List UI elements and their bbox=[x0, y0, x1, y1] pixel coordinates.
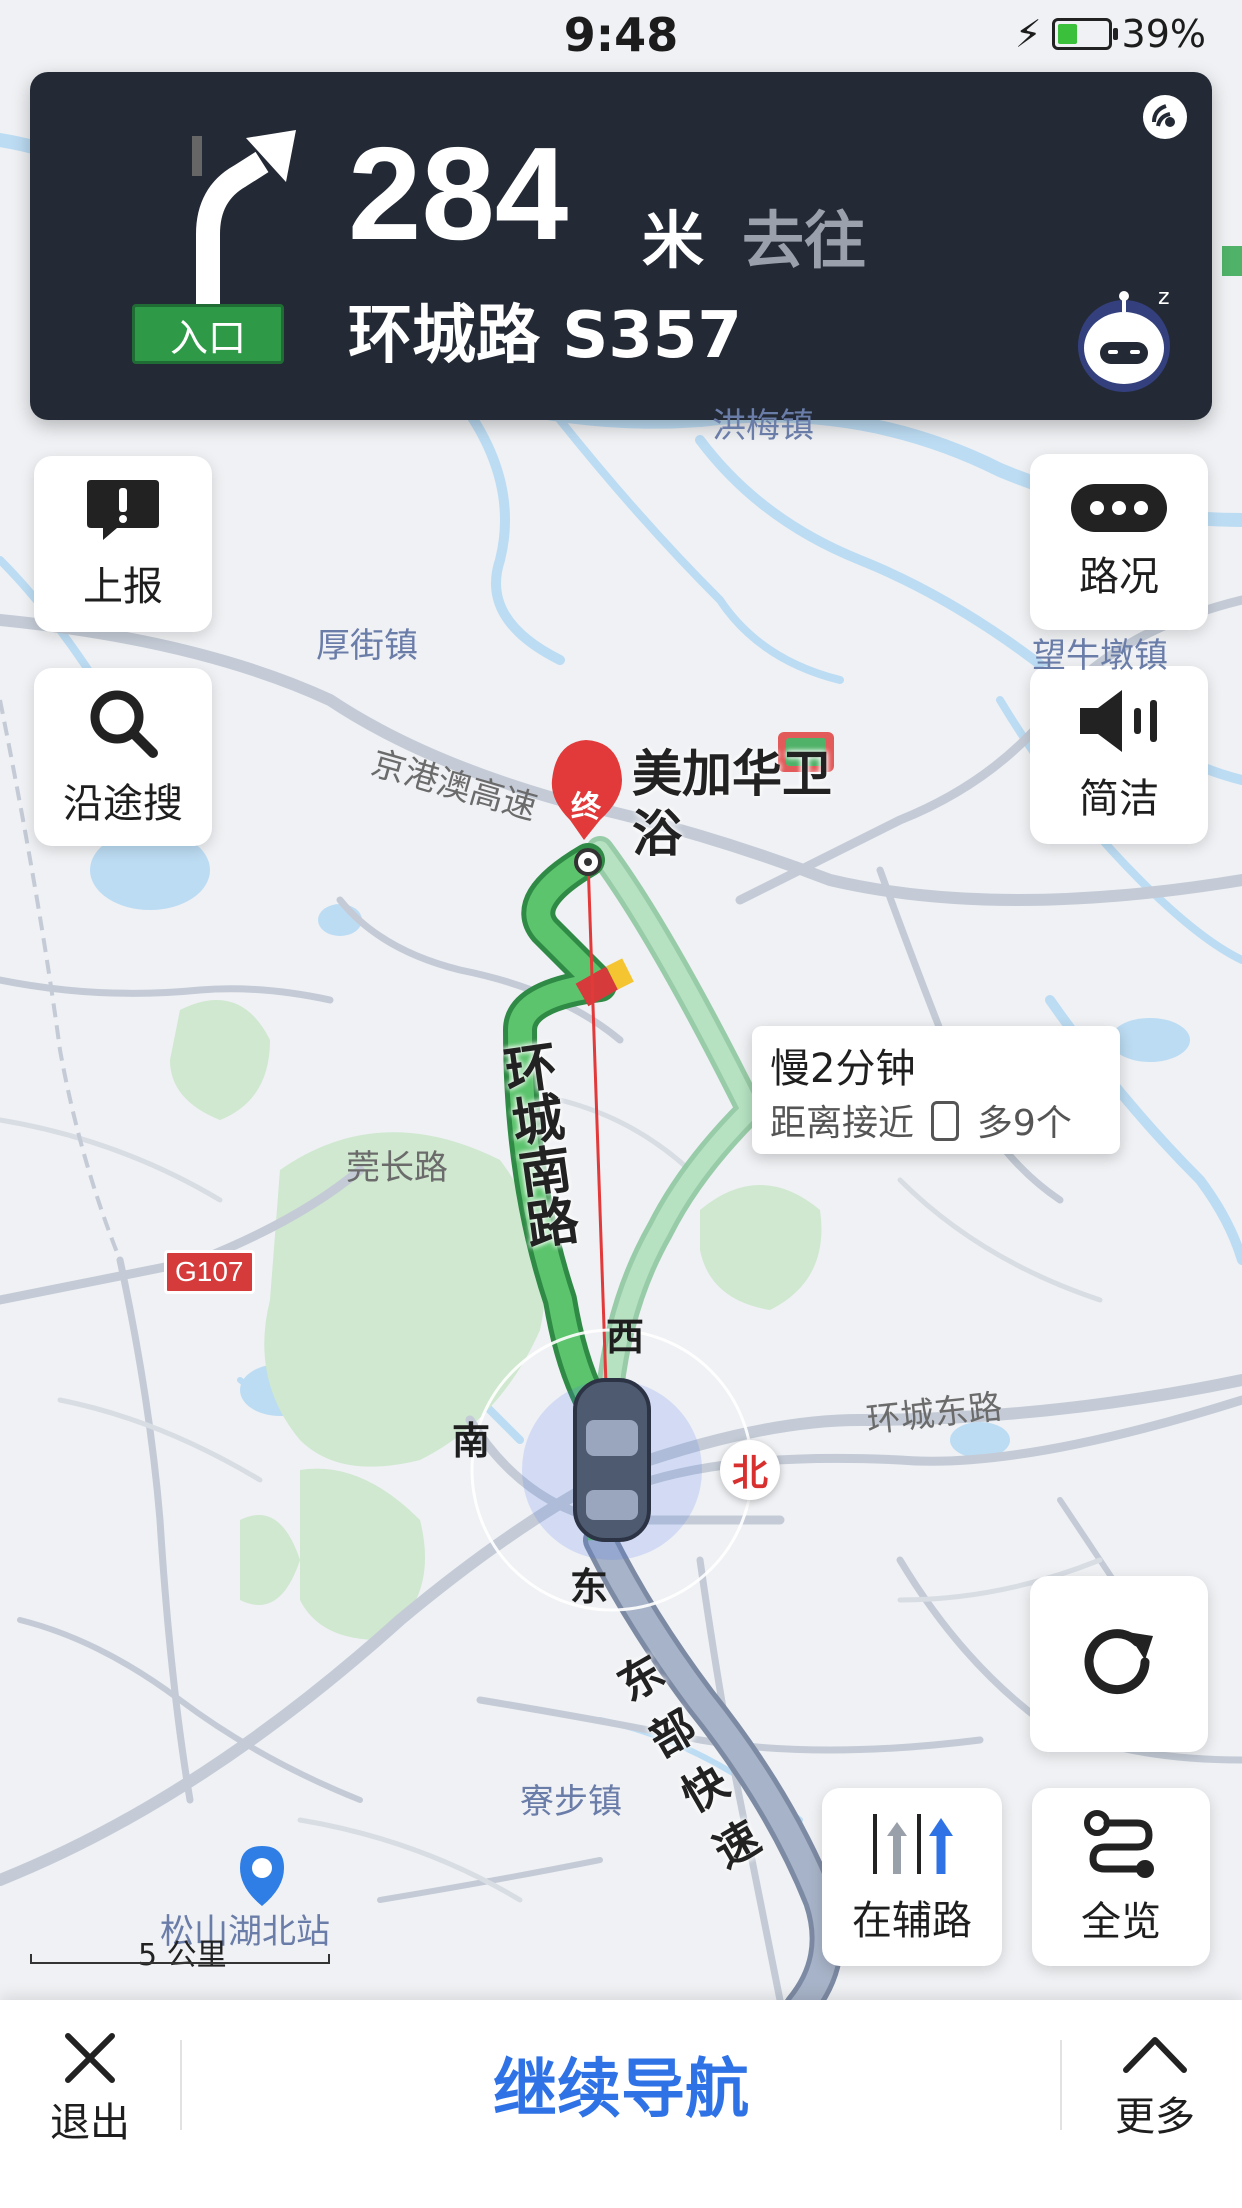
divider bbox=[1060, 2040, 1062, 2130]
svg-text:z: z bbox=[1158, 285, 1170, 310]
concise-label: 简洁 bbox=[1079, 776, 1159, 822]
more-label: 更多 bbox=[1115, 2094, 1195, 2140]
highway-tag: G107 bbox=[164, 1250, 255, 1294]
search-along-button[interactable]: 沿途搜 bbox=[34, 668, 212, 846]
side-road-button[interactable]: 在辅路 bbox=[822, 1788, 1002, 1966]
status-bar: 9:48 ⚡ 39% bbox=[0, 0, 1242, 72]
compass-west: 西 bbox=[606, 1315, 645, 1359]
overview-button[interactable]: 全览 bbox=[1032, 1788, 1210, 1966]
report-button[interactable]: 上报 bbox=[34, 456, 212, 632]
exit-label: 退出 bbox=[50, 2100, 130, 2146]
search-icon bbox=[90, 690, 158, 758]
route-overview-icon bbox=[1084, 1810, 1154, 1878]
refresh-button[interactable] bbox=[1030, 1576, 1208, 1752]
road-label: 莞长路 bbox=[346, 1148, 448, 1188]
entry-badge: 入口 bbox=[132, 304, 284, 364]
battery-icon bbox=[1051, 18, 1118, 50]
compass-south: 南 bbox=[452, 1419, 491, 1463]
scale-bar bbox=[30, 1954, 330, 1964]
goto-text: 去往 bbox=[742, 204, 867, 277]
distance-value: 284 bbox=[348, 120, 569, 267]
place-label: 厚街镇 bbox=[316, 626, 418, 666]
bottom-bar: 退出 继续导航 更多 bbox=[0, 2000, 1242, 2208]
more-dots-icon bbox=[1071, 484, 1167, 532]
search-along-label: 沿途搜 bbox=[63, 781, 183, 827]
side-road-label: 在辅路 bbox=[852, 1898, 972, 1944]
traffic-button[interactable]: 路况 bbox=[1030, 454, 1208, 630]
battery-area: ⚡ 39% bbox=[1015, 12, 1206, 56]
bear-right-arrow-icon bbox=[192, 130, 296, 314]
battery-percent: 39% bbox=[1121, 12, 1206, 56]
report-alert-icon bbox=[87, 480, 159, 540]
chevron-up-icon bbox=[1123, 2037, 1187, 2073]
report-label: 上报 bbox=[83, 564, 163, 610]
traffic-light-icon bbox=[931, 1101, 960, 1141]
alt-route-bubble[interactable]: 慢2分钟 距离接近 多9个 bbox=[752, 1026, 1120, 1154]
distance-unit: 米 bbox=[642, 204, 705, 277]
destination-name: 美加华卫浴 bbox=[632, 745, 832, 863]
traffic-label: 路况 bbox=[1079, 554, 1159, 600]
compass-east: 东 bbox=[570, 1565, 609, 1609]
assistant-robot-icon[interactable]: z bbox=[1066, 284, 1186, 394]
alt-route-time: 慢2分钟 bbox=[770, 1046, 916, 1092]
car-icon bbox=[573, 1378, 651, 1542]
concise-voice-button[interactable]: 简洁 bbox=[1030, 666, 1208, 844]
destination-marker-label: 终 bbox=[571, 790, 601, 825]
alt-route-detail: 距离接近 多9个 bbox=[770, 1101, 1072, 1144]
place-label: 望牛墩镇 bbox=[1032, 636, 1168, 676]
place-label: 寮步镇 bbox=[520, 1782, 622, 1822]
guidance-panel[interactable]: 入口 284 米 去往 环城路 S357 z bbox=[30, 72, 1212, 420]
place-label: 洪梅镇 bbox=[712, 406, 814, 446]
close-icon bbox=[65, 2033, 115, 2083]
exit-button[interactable]: 退出 bbox=[40, 2030, 140, 2148]
overview-label: 全览 bbox=[1081, 1899, 1161, 1945]
scale-label: 5 公里 bbox=[138, 1938, 227, 1973]
compass-north: 北 bbox=[720, 1440, 780, 1500]
charging-icon: ⚡ bbox=[1014, 12, 1042, 56]
continue-navigation-button[interactable]: 继续导航 bbox=[180, 2036, 1062, 2132]
map-scale: 5 公里 bbox=[30, 1930, 330, 1973]
more-button[interactable]: 更多 bbox=[1100, 2030, 1210, 2142]
refresh-icon bbox=[1084, 1629, 1153, 1695]
side-road-icon bbox=[873, 1814, 953, 1874]
voice-broadcast-icon[interactable] bbox=[1140, 92, 1190, 142]
next-road-name: 环城路 S357 bbox=[348, 299, 742, 373]
speaker-icon bbox=[1080, 690, 1157, 752]
